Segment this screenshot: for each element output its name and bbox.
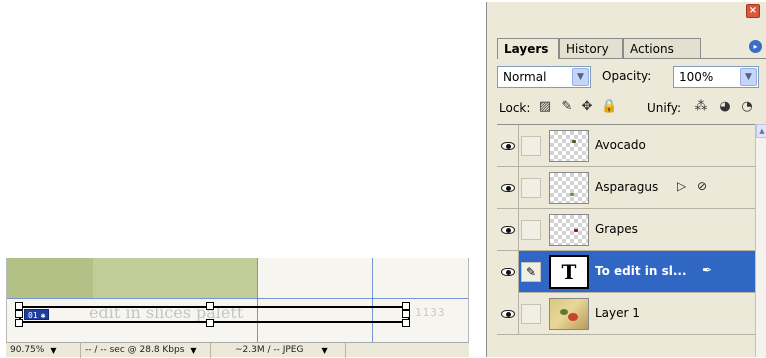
layer-name[interactable]: Layer 1 xyxy=(595,306,640,320)
lock-icon[interactable]: 🔒 xyxy=(601,99,617,115)
transform-handle[interactable] xyxy=(402,310,410,318)
zoom-level-field[interactable]: 90.75% ▼ xyxy=(6,342,81,358)
layer-row-avocado[interactable]: Avocado xyxy=(497,125,755,167)
palette-menu-icon[interactable]: ▸ xyxy=(749,40,762,53)
layer-thumbnail xyxy=(549,214,589,246)
slice-guide-horizontal xyxy=(7,298,468,299)
blend-mode-value: Normal xyxy=(503,70,547,84)
slice-link-icon: ✱ xyxy=(40,311,46,320)
layer-name[interactable]: To edit in sl... xyxy=(595,264,687,278)
tab-actions[interactable]: Actions xyxy=(623,38,701,58)
file-size-field[interactable]: ~2.3M / -- JPEG ▼ xyxy=(211,342,346,358)
blend-mode-select[interactable]: Normal ▼ xyxy=(497,66,591,88)
thumb-detail xyxy=(574,229,578,232)
scroll-up-icon[interactable]: ▲ xyxy=(756,124,766,138)
eye-icon[interactable] xyxy=(500,184,515,192)
expand-triangle-icon[interactable]: ▷ xyxy=(677,179,686,193)
layer-name[interactable]: Grapes xyxy=(595,222,638,236)
lock-transparent-icon[interactable]: ▨ xyxy=(537,99,553,115)
layers-scrollbar[interactable]: ▲ xyxy=(755,124,766,357)
close-icon[interactable]: × xyxy=(746,4,760,18)
unify-visibility-icon[interactable]: ◕ xyxy=(717,99,733,115)
eye-icon[interactable] xyxy=(500,142,515,150)
palette-title-bar[interactable] xyxy=(487,2,766,34)
move-icon[interactable]: ✥ xyxy=(579,99,595,115)
brush-icon[interactable]: ✎ xyxy=(559,99,575,115)
layer-row-text[interactable]: ✎ T To edit in sl... ✒ xyxy=(497,251,755,293)
chevron-down-icon[interactable]: ▼ xyxy=(572,68,589,86)
unify-label: Unify: xyxy=(647,101,682,115)
visibility-toggle[interactable] xyxy=(497,251,519,293)
transform-handle[interactable] xyxy=(206,302,214,310)
visibility-toggle[interactable] xyxy=(497,209,519,251)
visibility-toggle[interactable] xyxy=(497,167,519,209)
layer-row-grapes[interactable]: Grapes xyxy=(497,209,755,251)
faded-top-text xyxy=(13,258,193,264)
slice-guide-vertical xyxy=(257,258,258,342)
tab-history[interactable]: History xyxy=(559,38,623,58)
layer-name[interactable]: Asparagus xyxy=(595,180,658,194)
opacity-label: Opacity: xyxy=(602,69,652,83)
chevron-down-icon[interactable]: ▼ xyxy=(50,346,56,355)
thumb-detail xyxy=(560,309,568,315)
layer-row-asparagus[interactable]: Asparagus ▷ ⊘ xyxy=(497,167,755,209)
thumb-detail xyxy=(572,140,576,143)
green-dark-block xyxy=(7,258,93,298)
text-bounding-box[interactable] xyxy=(19,306,410,323)
transform-handle[interactable] xyxy=(15,319,23,327)
lock-row: Lock: ▨ ✎ ✥ 🔒 Unify: ⁂ ◕ ◔ xyxy=(497,98,766,120)
layer-thumbnail xyxy=(549,130,589,162)
slice-pen-icon[interactable]: ✒ xyxy=(702,263,712,277)
lock-label: Lock: xyxy=(499,101,531,115)
unify-position-icon[interactable]: ⁂ xyxy=(693,99,709,115)
text-layer-thumbnail: T xyxy=(549,255,589,289)
status-bar: 90.75% ▼ -- / -- sec @ 28.8 Kbps ▼ ~2.3M… xyxy=(6,342,469,358)
transform-handle[interactable] xyxy=(206,319,214,327)
slice-ghost-text-right: 1133 xyxy=(415,306,446,319)
chevron-down-icon[interactable]: ▼ xyxy=(740,68,757,86)
visibility-toggle[interactable] xyxy=(497,125,519,167)
slice-number-badge[interactable]: 01 ✱ xyxy=(24,309,50,320)
transform-handle[interactable] xyxy=(15,302,23,310)
layer-row-layer-1[interactable]: Layer 1 xyxy=(497,293,755,335)
eye-icon[interactable] xyxy=(500,226,515,234)
slice-number: 01 xyxy=(28,311,38,320)
transform-handle[interactable] xyxy=(402,319,410,327)
chevron-down-icon[interactable]: ▼ xyxy=(321,346,327,355)
layer-effects-icon[interactable]: ⊘ xyxy=(697,179,707,193)
eye-icon[interactable] xyxy=(500,268,515,276)
document-canvas[interactable]: edit in slices palett 1133 01 ✱ xyxy=(6,258,469,342)
visibility-toggle[interactable] xyxy=(497,293,519,335)
thumb-detail xyxy=(568,313,578,321)
chevron-down-icon[interactable]: ▼ xyxy=(190,346,196,355)
blend-opacity-row: Normal ▼ Opacity: 100% ▼ xyxy=(497,66,766,88)
thumb-detail xyxy=(570,193,574,196)
layer-thumbnail xyxy=(549,172,589,204)
layer-link-cell[interactable] xyxy=(521,178,541,198)
layer-link-cell[interactable] xyxy=(521,136,541,156)
tab-layers[interactable]: Layers xyxy=(497,38,559,59)
photo-layer-thumbnail xyxy=(549,298,589,330)
palette-tabs: Layers History Actions xyxy=(497,38,766,59)
file-size: ~2.3M / -- JPEG xyxy=(235,345,304,355)
opacity-value: 100% xyxy=(679,70,714,84)
slice-guide-vertical xyxy=(372,258,373,342)
layer-link-cell[interactable] xyxy=(521,220,541,240)
zoom-level: 90.75% xyxy=(10,345,45,355)
layer-link-cell[interactable] xyxy=(521,304,541,324)
unify-style-icon[interactable]: ◔ xyxy=(739,99,755,115)
eye-icon[interactable] xyxy=(500,310,515,318)
layers-palette: × Layers History Actions ▸ Normal ▼ Opac… xyxy=(486,2,766,357)
transform-handle[interactable] xyxy=(15,310,23,318)
layers-list: Avocado Asparagus ▷ ⊘ Grapes ✎ T To edit… xyxy=(497,124,755,357)
opacity-field[interactable]: 100% ▼ xyxy=(673,66,759,88)
transform-handle[interactable] xyxy=(402,302,410,310)
download-time: -- / -- sec @ 28.8 Kbps xyxy=(85,345,185,355)
download-time-field[interactable]: -- / -- sec @ 28.8 Kbps ▼ xyxy=(81,342,211,358)
brush-icon[interactable]: ✎ xyxy=(521,262,541,282)
layer-name[interactable]: Avocado xyxy=(595,138,646,152)
